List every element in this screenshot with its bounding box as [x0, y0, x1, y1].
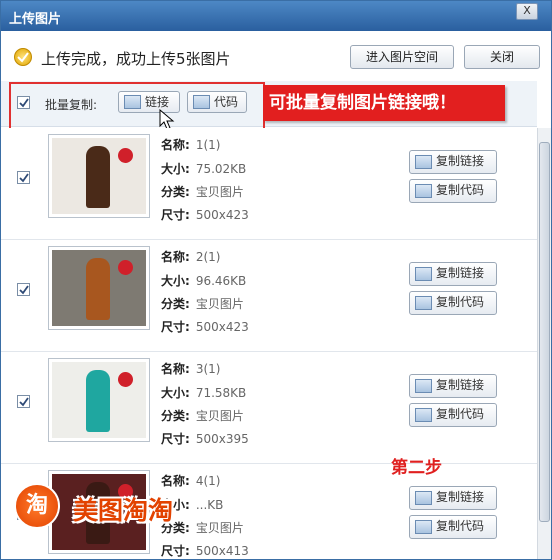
size-row: 大小: 96.46KB — [161, 274, 247, 288]
copy-code-button[interactable]: 复制代码 — [409, 403, 497, 427]
code-icon — [415, 184, 432, 198]
item-checkbox[interactable] — [17, 395, 30, 408]
copy-link-button[interactable]: 复制链接 — [409, 486, 497, 510]
code-icon — [415, 408, 432, 422]
name-row: 名称: 2(1) — [161, 250, 221, 264]
list-scrollbar[interactable] — [537, 128, 551, 559]
category-row: 分类: 宝贝图片 — [161, 409, 244, 423]
image-thumbnail[interactable] — [48, 134, 150, 218]
list-item: 名称: 3(1) 大小: 71.58KB 分类: 宝贝图片 尺寸: 500x395 复制… — [1, 352, 537, 464]
watermark-logo-icon: 淘 — [14, 483, 60, 529]
highlight-frame — [9, 82, 265, 131]
category-row: 分类: 宝贝图片 — [161, 297, 244, 311]
watermark-text: 美图淘淘 — [73, 496, 174, 525]
close-button[interactable]: 关闭 — [464, 45, 540, 69]
name-row: 名称: 4(1) — [161, 474, 221, 488]
dimensions-row: 尺寸: 500x395 — [161, 432, 249, 446]
step-label: 第二步 — [391, 458, 442, 478]
item-checkbox[interactable] — [17, 171, 30, 184]
link-icon — [415, 491, 432, 505]
dimensions-row: 尺寸: 500x413 — [161, 544, 249, 558]
scrollbar-thumb[interactable] — [539, 142, 550, 522]
item-checkbox[interactable] — [17, 283, 30, 296]
image-thumbnail[interactable] — [48, 246, 150, 330]
open-image-space-button[interactable]: 进入图片空间 — [350, 45, 454, 69]
list-item: 名称: 1(1) 大小: 75.02KB 分类: 宝贝图片 尺寸: 500x423 复制… — [1, 128, 537, 240]
link-icon — [415, 267, 432, 281]
window-close-button[interactable]: X — [516, 3, 538, 20]
list-item: 名称: 2(1) 大小: 96.46KB 分类: 宝贝图片 尺寸: 500x423 复制… — [1, 240, 537, 352]
size-row: 大小: 71.58KB — [161, 386, 247, 400]
copy-code-button[interactable]: 复制代码 — [409, 515, 497, 539]
code-icon — [415, 296, 432, 310]
link-icon — [415, 379, 432, 393]
title-bar: 上传图片 X — [1, 1, 551, 31]
copy-link-button[interactable]: 复制链接 — [409, 374, 497, 398]
dimensions-row: 尺寸: 500x423 — [161, 208, 249, 222]
upload-status-text: 上传完成，成功上传5张图片 — [41, 50, 231, 68]
image-thumbnail[interactable] — [48, 358, 150, 442]
size-row: 大小: 75.02KB — [161, 162, 247, 176]
copy-link-button[interactable]: 复制链接 — [409, 150, 497, 174]
copy-code-button[interactable]: 复制代码 — [409, 179, 497, 203]
batch-copy-callout: 可批量复制图片链接哦！ — [263, 85, 505, 121]
name-row: 名称: 1(1) — [161, 138, 221, 152]
code-icon — [415, 520, 432, 534]
link-icon — [415, 155, 432, 169]
upload-dialog: 上传图片 X 上传完成，成功上传5张图片 进入图片空间 关闭 批量复制: 链接 … — [0, 0, 552, 560]
category-row: 分类: 宝贝图片 — [161, 185, 244, 199]
window-title: 上传图片 — [9, 12, 62, 27]
copy-link-button[interactable]: 复制链接 — [409, 262, 497, 286]
copy-code-button[interactable]: 复制代码 — [409, 291, 497, 315]
category-row: 分类: 宝贝图片 — [161, 521, 244, 535]
name-row: 名称: 3(1) — [161, 362, 221, 376]
dimensions-row: 尺寸: 500x423 — [161, 320, 249, 334]
success-check-icon — [14, 48, 32, 66]
